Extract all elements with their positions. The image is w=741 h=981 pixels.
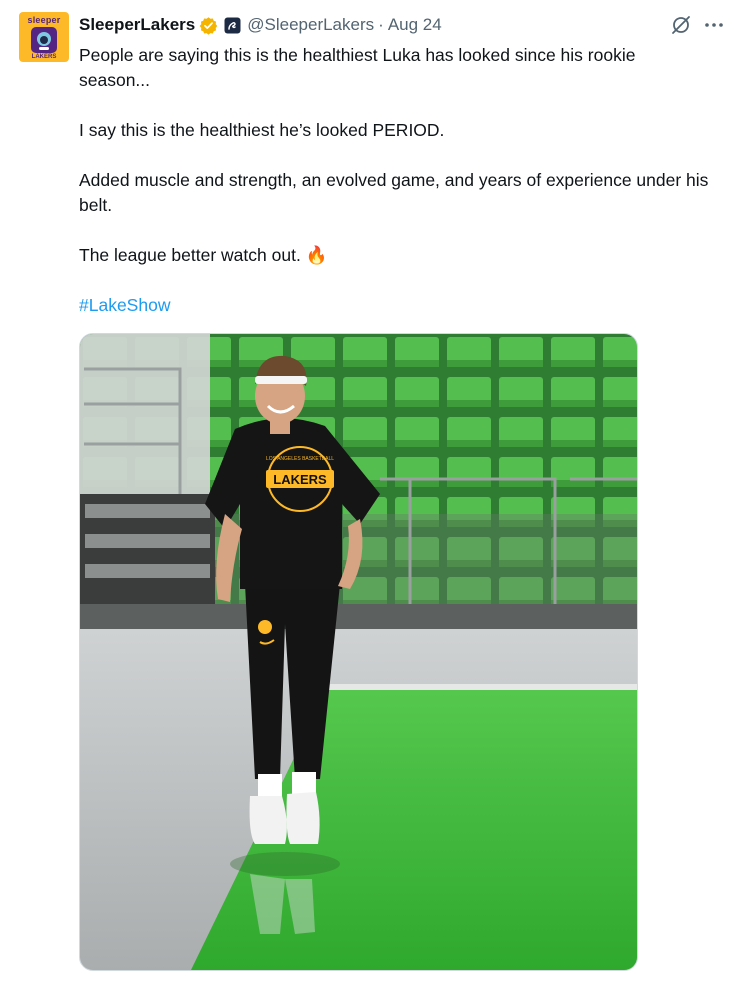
verified-badge-icon[interactable] bbox=[199, 16, 218, 35]
sleeper-mascot-icon bbox=[31, 27, 57, 53]
tweet-header: SleeperLakers @SleeperLakers · Aug 24 bbox=[79, 14, 442, 36]
avatar[interactable]: sleeper LAKERS bbox=[19, 12, 69, 62]
shirt-subtext: LOS ANGELES BASKETBALL bbox=[266, 456, 334, 462]
tweet-line: I say this is the healthiest he’s looked… bbox=[79, 120, 445, 140]
tweet-line: Added muscle and strength, an evolved ga… bbox=[79, 170, 709, 215]
shirt-logo-text: LAKERS bbox=[273, 472, 327, 487]
more-icon[interactable] bbox=[703, 14, 725, 36]
hashtag-link[interactable]: #LakeShow bbox=[79, 295, 170, 315]
separator: · bbox=[378, 15, 384, 34]
action-bar-edge bbox=[79, 975, 179, 981]
tweet-photo[interactable]: LAKERS LOS ANGELES BASKETBALL bbox=[79, 333, 638, 971]
grok-icon[interactable] bbox=[670, 14, 692, 36]
affiliate-badge-icon[interactable] bbox=[224, 17, 241, 34]
display-name[interactable]: SleeperLakers bbox=[79, 15, 195, 35]
timestamp[interactable]: Aug 24 bbox=[388, 15, 442, 35]
avatar-team-text: LAKERS bbox=[31, 54, 57, 60]
handle[interactable]: @SleeperLakers bbox=[247, 15, 374, 35]
fire-emoji: 🔥 bbox=[305, 245, 328, 265]
avatar-brand-text: sleeper bbox=[27, 15, 61, 25]
tweet-line: The league better watch out. bbox=[79, 245, 301, 265]
tweet-line: People are saying this is the healthiest… bbox=[79, 45, 636, 90]
tweet-text: People are saying this is the healthiest… bbox=[79, 43, 709, 318]
